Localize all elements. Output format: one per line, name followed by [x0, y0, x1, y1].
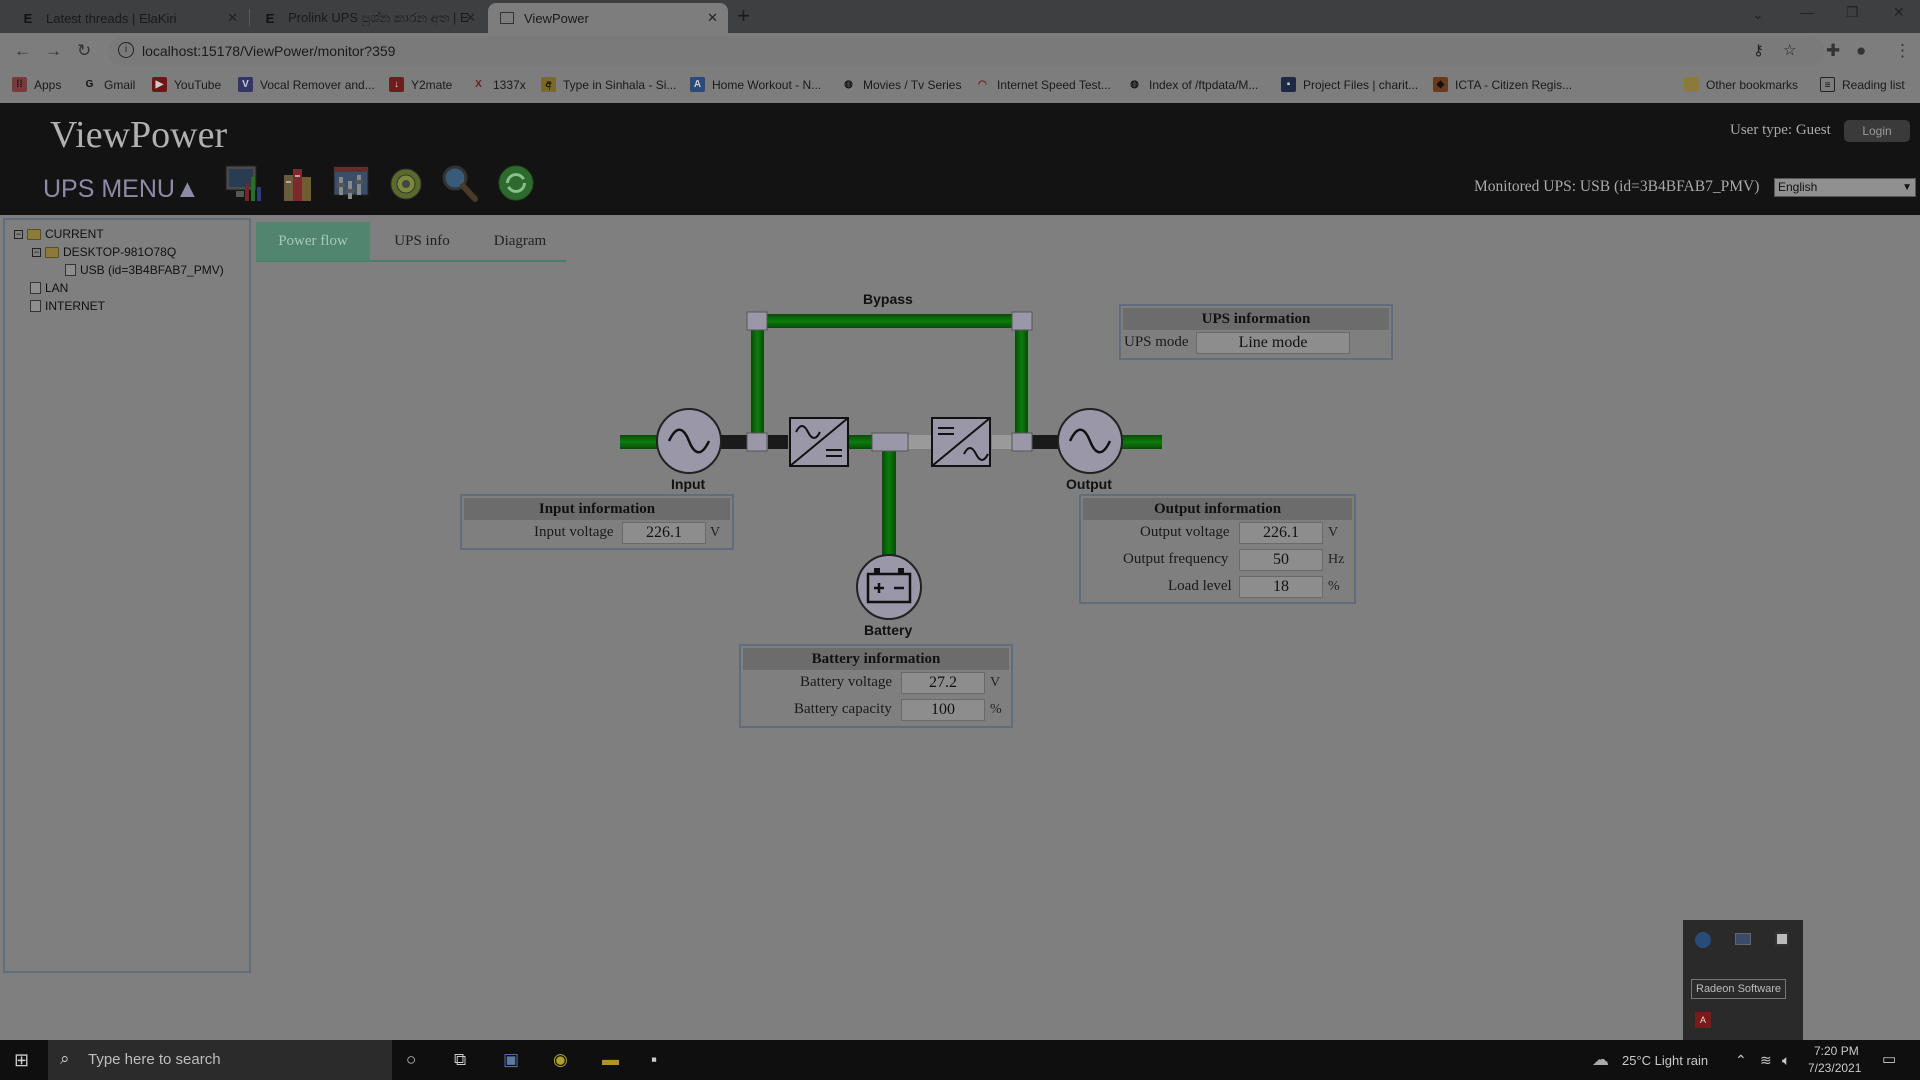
battery-information-panel: Battery information Battery voltage 27.2…	[739, 644, 1013, 728]
output-information-title: Output information	[1083, 498, 1352, 520]
battery-voltage-label: Battery voltage	[800, 674, 893, 690]
ups-mode-label: UPS mode	[1124, 334, 1189, 350]
bypass-line-left	[751, 320, 764, 442]
bypass-line-right	[1015, 320, 1028, 442]
chevron-up-icon[interactable]: ⌃	[1735, 1052, 1747, 1069]
battery-voltage-value: 27.2	[901, 672, 985, 694]
input-to-rectifier-line	[718, 435, 750, 449]
junction-node	[1011, 432, 1033, 452]
output-frequency-unit: Hz	[1328, 552, 1345, 567]
store-icon[interactable]: ▣	[503, 1050, 519, 1070]
battery-capacity-label: Battery capacity	[794, 701, 892, 717]
radeon-software-icon[interactable]: A	[1695, 1012, 1711, 1028]
rectifier-left-line	[768, 435, 788, 449]
dc-bus-right-line	[908, 435, 932, 449]
battery-line	[882, 446, 896, 556]
notifications-icon[interactable]: ▭	[1882, 1050, 1896, 1068]
ups-information-title: UPS information	[1123, 308, 1389, 330]
search-icon: ⌕	[60, 1049, 70, 1068]
input-voltage-unit: V	[710, 525, 721, 540]
bypass-label: Bypass	[863, 291, 913, 307]
app-tray-icon[interactable]	[1775, 932, 1789, 946]
bypass-to-output-line	[1030, 435, 1058, 449]
windows-taskbar: ⊞ ⌕ Type here to search ○ ⧉ ▣ ◉ ▬ ▪ ☁ 25…	[0, 1040, 1920, 1080]
weather-cloud-icon[interactable]: ☁	[1592, 1050, 1609, 1070]
output-source-icon	[1057, 408, 1123, 474]
output-voltage-value: 226.1	[1239, 522, 1323, 544]
bypass-line-top	[750, 314, 1020, 328]
output-frequency-value: 50	[1239, 549, 1323, 571]
output-voltage-unit: V	[1328, 525, 1339, 540]
battery-information-title: Battery information	[743, 648, 1009, 670]
battery-capacity-value: 100	[901, 699, 985, 721]
input-line	[620, 435, 658, 449]
rectifier-icon	[789, 417, 849, 467]
battery-label: Battery	[864, 622, 913, 638]
clock-time[interactable]: 7:20 PM	[1814, 1044, 1859, 1058]
battery-capacity-unit: %	[990, 702, 1002, 717]
ups-information-panel: UPS information UPS mode Line mode	[1119, 304, 1393, 360]
clock-date[interactable]: 7/23/2021	[1808, 1061, 1861, 1075]
input-information-title: Input information	[464, 498, 730, 520]
weather-text[interactable]: 25°C Light rain	[1622, 1053, 1708, 1068]
battery-icon	[856, 554, 922, 620]
cortana-icon[interactable]: ○	[406, 1050, 416, 1070]
viewpower-app-icon[interactable]: ▪	[651, 1050, 657, 1070]
input-source-icon	[656, 408, 722, 474]
inverter-icon	[931, 417, 991, 467]
wifi-icon[interactable]: ≋	[1760, 1052, 1772, 1069]
load-level-value: 18	[1239, 576, 1323, 598]
junction-node	[746, 311, 768, 331]
taskbar-search-box[interactable]: ⌕ Type here to search	[48, 1040, 392, 1080]
input-information-panel: Input information Input voltage 226.1 V	[460, 494, 734, 550]
volume-icon[interactable]: 🔈︎	[1782, 1052, 1790, 1069]
input-voltage-label: Input voltage	[534, 524, 614, 540]
input-label: Input	[671, 476, 706, 492]
ups-mode-value: Line mode	[1196, 332, 1350, 354]
output-label: Output	[1066, 476, 1112, 492]
junction-node	[1011, 311, 1033, 331]
input-voltage-value: 226.1	[622, 522, 706, 544]
display-icon[interactable]	[1735, 933, 1751, 945]
load-level-unit: %	[1328, 579, 1340, 594]
output-voltage-label: Output voltage	[1140, 524, 1230, 540]
chrome-icon[interactable]: ◉	[553, 1050, 568, 1070]
load-level-label: Load level	[1168, 578, 1232, 594]
task-view-icon[interactable]: ⧉	[454, 1050, 466, 1070]
file-explorer-icon[interactable]: ▬	[602, 1050, 619, 1070]
search-placeholder: Type here to search	[88, 1051, 221, 1068]
dc-bus-left-line	[848, 435, 872, 449]
windows-start-icon[interactable]: ⊞	[14, 1050, 29, 1071]
output-information-panel: Output information Output voltage 226.1 …	[1079, 494, 1356, 604]
battery-voltage-unit: V	[990, 675, 1001, 690]
network-app-icon[interactable]	[1695, 932, 1711, 948]
radeon-tooltip: Radeon Software	[1691, 979, 1786, 999]
power-flow-diagram	[620, 311, 1162, 620]
junction-node	[871, 432, 909, 452]
output-line	[1120, 435, 1162, 449]
junction-node	[746, 432, 768, 452]
output-frequency-label: Output frequency	[1123, 551, 1229, 567]
